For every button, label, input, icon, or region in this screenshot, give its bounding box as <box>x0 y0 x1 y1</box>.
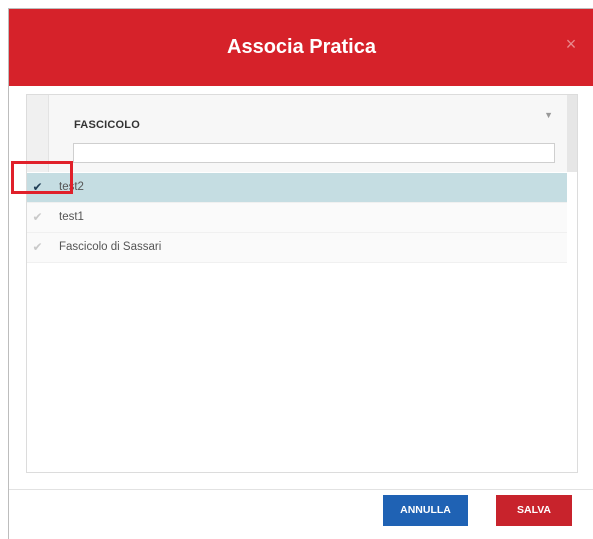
column-filter-input[interactable] <box>73 143 555 163</box>
cancel-button[interactable]: ANNULLA <box>383 495 468 526</box>
grid-column-header: FASCICOLO ▼ <box>49 95 567 172</box>
table-row[interactable]: ✔ test2 <box>27 173 567 203</box>
grid-rows: ✔ test2 ✔ test1 ✔ Fascicolo di Sassari <box>27 173 567 263</box>
close-icon[interactable]: × <box>562 35 580 53</box>
table-row[interactable]: ✔ test1 <box>27 203 567 233</box>
table-row[interactable]: ✔ Fascicolo di Sassari <box>27 233 567 263</box>
selection-highlight-annotation <box>11 161 73 194</box>
row-label: Fascicolo di Sassari <box>59 241 162 253</box>
grid-scrollbar[interactable] <box>567 95 577 172</box>
dialog-title: Associa Pratica <box>227 36 376 58</box>
row-checkbox[interactable]: ✔ <box>27 203 48 232</box>
fascicolo-grid: FASCICOLO ▼ ✔ test2 ✔ test1 ✔ Fascicolo … <box>26 94 578 473</box>
footer-divider <box>9 489 593 490</box>
save-button[interactable]: SALVA <box>496 495 572 526</box>
dialog-header: Associa Pratica × <box>9 9 593 86</box>
modal-dialog: Associa Pratica × FASCICOLO ▼ ✔ test2 ✔ … <box>8 8 593 539</box>
row-checkbox[interactable]: ✔ <box>27 233 48 262</box>
sort-icon[interactable]: ▼ <box>544 110 553 120</box>
column-title-fascicolo[interactable]: FASCICOLO <box>74 119 140 131</box>
row-label: test1 <box>59 211 84 223</box>
